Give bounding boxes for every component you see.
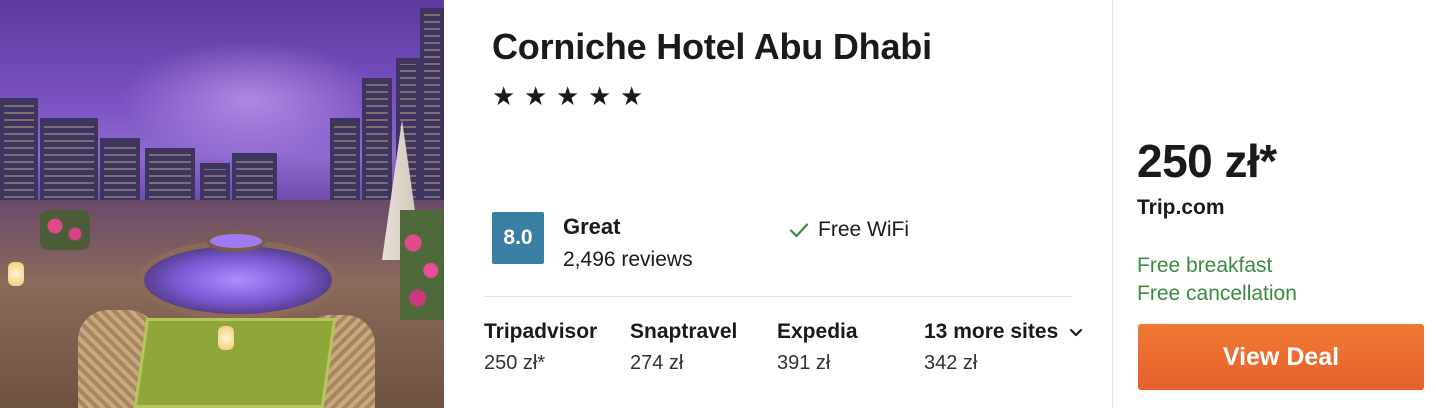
site-price: 391 zł bbox=[777, 352, 831, 374]
site-name: 13 more sites bbox=[924, 320, 1059, 343]
dining-table bbox=[133, 318, 337, 408]
more-sites-dropdown[interactable]: 13 more sites 342 zł bbox=[924, 320, 1084, 375]
fountain-top bbox=[206, 230, 266, 252]
skyline-building bbox=[362, 78, 392, 218]
site-name: Expedia bbox=[777, 320, 858, 343]
star-icon: ★ bbox=[620, 81, 644, 111]
site-price: 274 zł bbox=[630, 352, 684, 374]
deal-provider[interactable]: Trip.com bbox=[1137, 196, 1225, 220]
hotel-details: Corniche Hotel Abu Dhabi ★ ★ ★ ★ ★ 8.0 G… bbox=[444, 0, 1112, 408]
fountain bbox=[138, 240, 338, 320]
view-deal-button[interactable]: View Deal bbox=[1138, 324, 1424, 390]
flower-planter bbox=[40, 210, 90, 250]
candle bbox=[218, 326, 234, 350]
site-snaptravel[interactable]: Snaptravel 274 zł bbox=[630, 320, 737, 375]
star-rating: ★ ★ ★ ★ ★ bbox=[492, 81, 644, 111]
rating-badge[interactable]: 8.0 bbox=[492, 212, 544, 264]
flower-planter bbox=[400, 210, 444, 320]
site-expedia[interactable]: Expedia 391 zł bbox=[777, 320, 858, 375]
check-icon bbox=[789, 223, 809, 238]
deal-price[interactable]: 250 zł* bbox=[1137, 134, 1277, 188]
rating-word[interactable]: Great bbox=[563, 214, 620, 240]
divider bbox=[484, 296, 1072, 297]
hotel-photo[interactable] bbox=[0, 0, 444, 408]
perk-free-cancellation: Free cancellation bbox=[1137, 282, 1297, 305]
perk-free-breakfast: Free breakfast bbox=[1137, 254, 1273, 277]
chevron-down-icon[interactable] bbox=[1068, 324, 1084, 340]
deal-panel: 250 zł* Trip.com Free breakfast Free can… bbox=[1113, 0, 1436, 408]
site-price: 250 zł* bbox=[484, 352, 546, 374]
site-name-row: 13 more sites bbox=[924, 320, 1084, 344]
candle bbox=[8, 262, 24, 286]
site-price: 342 zł bbox=[924, 352, 978, 374]
star-icon: ★ bbox=[588, 81, 612, 111]
site-name: Snaptravel bbox=[630, 320, 738, 343]
site-name: Tripadvisor bbox=[484, 320, 598, 343]
amenity-label: Free WiFi bbox=[818, 218, 909, 241]
amenity-free-wifi: Free WiFi bbox=[788, 218, 909, 242]
star-icon: ★ bbox=[492, 81, 516, 111]
star-icon: ★ bbox=[556, 81, 580, 111]
star-icon: ★ bbox=[524, 81, 548, 111]
review-count[interactable]: 2,496 reviews bbox=[563, 248, 693, 272]
hotel-name[interactable]: Corniche Hotel Abu Dhabi bbox=[492, 26, 932, 68]
skyline-building bbox=[420, 8, 444, 218]
site-tripadvisor[interactable]: Tripadvisor 250 zł* bbox=[484, 320, 597, 375]
hotel-card: Corniche Hotel Abu Dhabi ★ ★ ★ ★ ★ 8.0 G… bbox=[0, 0, 1436, 408]
